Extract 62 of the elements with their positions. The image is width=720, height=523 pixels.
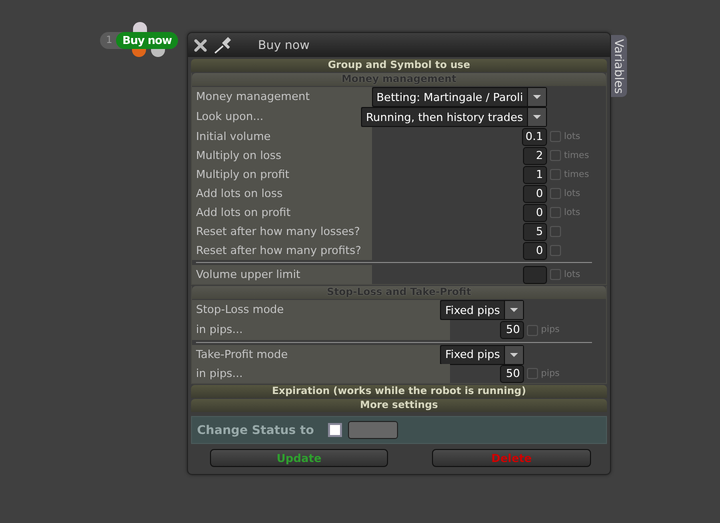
unit-label: lots (563, 208, 582, 218)
field-label: Multiply on loss (192, 146, 372, 165)
field-label: Reset after how many losses? (192, 222, 372, 241)
checkbox[interactable] (550, 269, 561, 280)
dropdown[interactable]: Fixed pips (440, 344, 524, 364)
status-label: Change Status to (197, 423, 314, 437)
checkbox[interactable] (550, 226, 561, 237)
input-field[interactable]: 5 (523, 222, 547, 240)
checkbox[interactable] (550, 131, 561, 142)
field-label: Add lots on profit (192, 203, 372, 222)
unit-label: pips (540, 325, 561, 335)
node-number: 1 (105, 35, 114, 46)
checkbox[interactable] (328, 423, 342, 437)
checkbox[interactable] (550, 245, 561, 256)
checkbox[interactable] (527, 324, 538, 336)
field-label: in pips... (192, 364, 450, 383)
field-label: Initial volume (192, 127, 372, 146)
section-header[interactable]: More settings (191, 399, 607, 412)
node-label: Buy now (116, 32, 178, 49)
input-field[interactable] (523, 266, 547, 284)
checkbox[interactable] (527, 368, 538, 379)
input-field[interactable]: 0 (523, 204, 547, 222)
caret-icon (504, 301, 523, 319)
unit-label: lots (563, 132, 582, 142)
input-field[interactable]: 2 (523, 146, 547, 164)
checkbox[interactable] (550, 188, 561, 199)
close-icon[interactable] (193, 38, 208, 52)
dropdown[interactable]: Betting: Martingale / Paroli (372, 87, 547, 107)
unit-label: lots (563, 270, 582, 280)
field-label: Take-Profit mode (192, 345, 440, 364)
field-label: Look upon... (192, 107, 362, 127)
input-field[interactable]: 50 (500, 364, 524, 382)
field-label: Money management (192, 87, 372, 107)
field-label: Volume upper limit (192, 265, 372, 284)
checkbox[interactable] (550, 150, 561, 161)
input-field[interactable]: 0 (523, 242, 547, 260)
input-field[interactable]: 0 (523, 184, 547, 202)
field-label: in pips... (192, 320, 450, 340)
section-header[interactable]: Group and Symbol to use (191, 59, 607, 72)
unit-label: times (563, 170, 590, 180)
dropdown[interactable]: Fixed pips (440, 300, 524, 320)
input-field[interactable]: 0.1 (522, 128, 547, 146)
input-field[interactable]: 50 (500, 321, 524, 339)
checkbox[interactable] (550, 169, 561, 180)
field-label: Stop-Loss mode (192, 300, 440, 320)
unit-label: pips (540, 368, 561, 378)
field-label: Reset after how many profits? (192, 241, 372, 260)
checkbox[interactable] (550, 207, 561, 218)
input-field[interactable]: 1 (523, 166, 547, 184)
window-title: Buy now (258, 38, 310, 52)
caret-icon (504, 346, 523, 364)
caret-icon (527, 88, 546, 106)
section-header[interactable]: Expiration (works while the robot is running) (191, 385, 607, 398)
field-label: Add lots on loss (192, 184, 372, 203)
variables-tab[interactable]: Variables (611, 35, 627, 97)
field-label: Multiply on profit (192, 165, 372, 184)
caret-icon (527, 108, 546, 126)
status-field[interactable] (348, 421, 398, 439)
unit-label: lots (563, 188, 582, 198)
block-node[interactable]: 1 Buy now (100, 32, 178, 49)
unit-label: times (563, 150, 590, 160)
dropdown[interactable]: Running, then history trades (361, 107, 547, 127)
